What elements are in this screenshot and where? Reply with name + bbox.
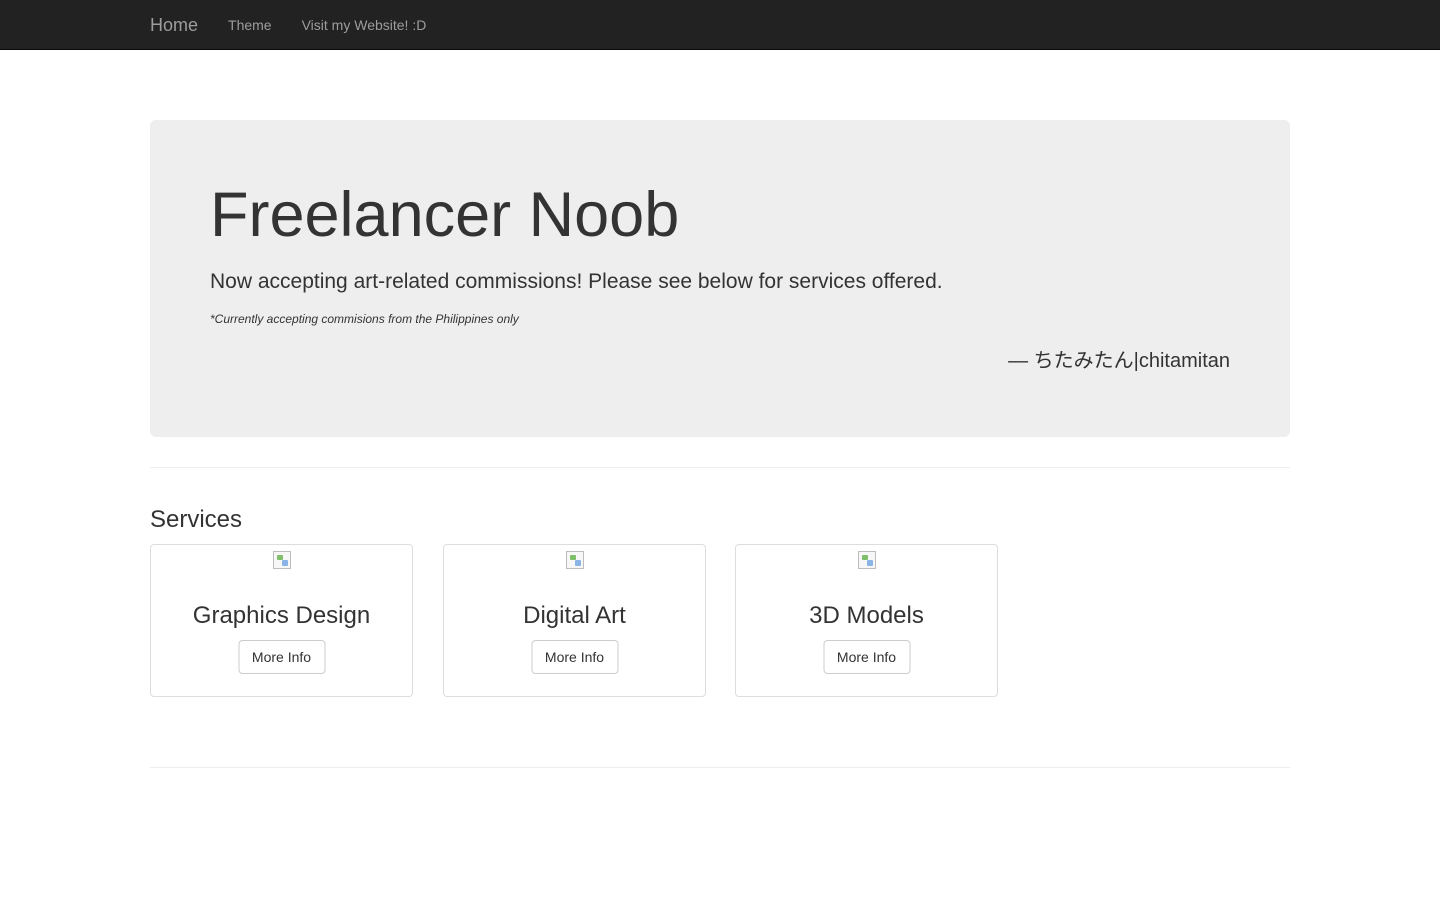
jumbotron: Freelancer Noob Now accepting art-relate… (150, 120, 1290, 437)
navbar-links: Home Theme Visit my Website! :D (150, 0, 456, 50)
service-card-graphics-design: Graphics Design More Info (150, 544, 413, 697)
nav-home-link[interactable]: Home (150, 15, 198, 36)
availability-note: *Currently accepting commisions from the… (210, 312, 519, 326)
services-heading: Services (150, 506, 243, 533)
service-card-3d-models: 3D Models More Info (735, 544, 998, 697)
nav-theme-link[interactable]: Theme (228, 17, 272, 33)
broken-image-icon (272, 551, 291, 569)
service-card-digital-art: Digital Art More Info (443, 544, 706, 697)
page-title: Freelancer Noob (210, 180, 680, 250)
lead-text: Now accepting art-related commissions! P… (210, 270, 943, 293)
more-info-button[interactable]: More Info (823, 640, 910, 674)
broken-image-icon (857, 551, 876, 569)
service-card-title: Digital Art (523, 602, 626, 629)
divider-top (150, 467, 1290, 468)
navbar: Home Theme Visit my Website! :D (0, 0, 1440, 50)
broken-image-icon (565, 551, 584, 569)
more-info-button[interactable]: More Info (238, 640, 325, 674)
service-card-title: Graphics Design (192, 602, 371, 629)
service-card-title: 3D Models (809, 602, 924, 629)
nav-website-link[interactable]: Visit my Website! :D (302, 17, 427, 33)
author-signature: — ちたみたん|chitamitan (1008, 350, 1230, 372)
divider-bottom (150, 767, 1290, 768)
more-info-button[interactable]: More Info (531, 640, 618, 674)
